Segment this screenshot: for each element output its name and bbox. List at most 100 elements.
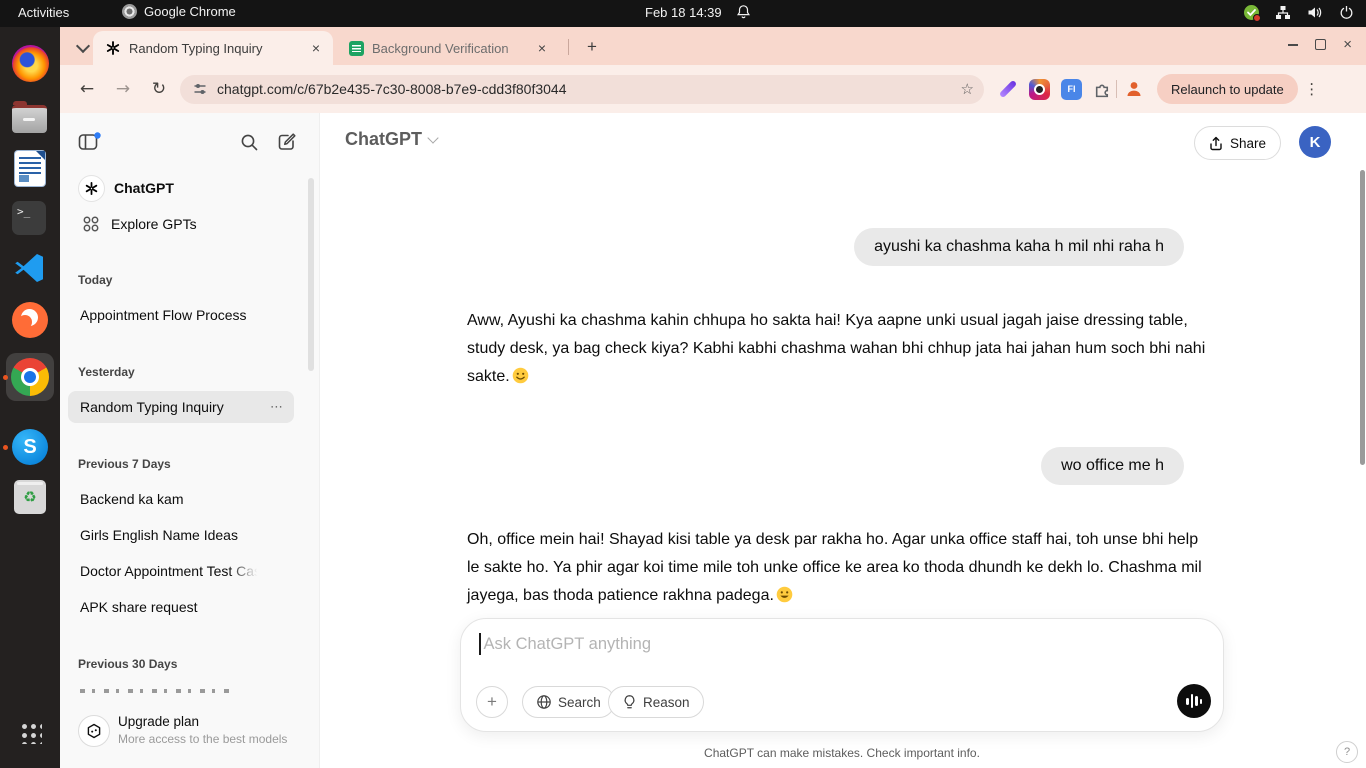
new-chat-button[interactable] [274, 129, 300, 155]
page-title: ChatGPT [345, 129, 422, 150]
history-item-options-button[interactable]: ⋯ [270, 399, 284, 415]
user-message: ayushi ka chashma kaha h mil nhi raha h [854, 228, 1184, 266]
globe-icon [536, 694, 552, 710]
focused-app-menu[interactable]: Google Chrome [122, 4, 236, 19]
skype-dock-icon[interactable]: S [12, 429, 48, 465]
clipped-history-item[interactable] [80, 689, 230, 693]
fi-extension-icon[interactable]: FI [1061, 79, 1082, 100]
trash-dock-icon[interactable]: ♻ [14, 480, 46, 514]
section-previous-7-days: Previous 7 Days [78, 457, 171, 471]
site-settings-icon[interactable] [192, 81, 208, 97]
google-sheets-favicon [349, 41, 364, 56]
history-item[interactable]: Doctor Appointment Test Cas [68, 555, 304, 587]
focused-app-name: Google Chrome [144, 4, 236, 19]
toolbar-divider [1116, 80, 1117, 98]
volume-tray-icon[interactable] [1307, 5, 1323, 20]
window-minimize-button[interactable] [1288, 44, 1298, 46]
network-tray-icon[interactable] [1275, 5, 1291, 20]
vscode-dock-icon[interactable] [12, 252, 46, 284]
sidebar-item-explore-gpts[interactable]: Explore GPTs [68, 209, 298, 239]
share-icon [1209, 136, 1223, 151]
search-label: Search [558, 695, 601, 710]
search-chats-button[interactable] [236, 129, 262, 155]
text-caret [479, 633, 481, 655]
tab-background-verification[interactable]: Background Verification × [337, 31, 559, 65]
user-message: wo office me h [1041, 447, 1184, 485]
chrome-dock-icon[interactable] [11, 358, 49, 396]
assistant-message: Aww, Ayushi ka chashma kahin chhupa ho s… [467, 307, 1209, 391]
attach-button[interactable]: + [476, 686, 508, 718]
reload-button[interactable]: ↻ [146, 76, 172, 102]
os-top-bar: Activities Google Chrome Feb 18 14:39 [0, 0, 1366, 27]
page-scrollbar[interactable] [1360, 170, 1365, 465]
browser-menu-button[interactable]: ⋮ [1300, 77, 1324, 101]
sidebar: ChatGPT Explore GPTs Today Appointment F… [60, 113, 320, 768]
status-check-tray-icon[interactable] [1244, 5, 1259, 20]
relaunch-to-update-button[interactable]: Relaunch to update [1157, 74, 1298, 104]
chrome-app-icon [122, 4, 137, 19]
composer: Ask ChatGPT anything + Search [460, 618, 1224, 732]
profile-avatar-button[interactable] [1121, 76, 1147, 102]
url-text[interactable]: chatgpt.com/c/67b2e435-7c30-8008-b7e9-cd… [217, 81, 961, 97]
share-label: Share [1230, 136, 1266, 151]
upgrade-plan-button[interactable]: Upgrade plan More access to the best mod… [60, 702, 320, 768]
extensions-puzzle-icon[interactable] [1093, 80, 1112, 99]
chatgpt-page: ChatGPT Explore GPTs Today Appointment F… [60, 113, 1366, 768]
search-toggle-button[interactable]: Search [522, 686, 615, 718]
tab-title: Background Verification [372, 41, 533, 56]
tab-random-typing-inquiry[interactable]: Random Typing Inquiry × [93, 31, 333, 65]
history-item[interactable]: Girls English Name Ideas [68, 519, 304, 551]
upgrade-icon [78, 715, 110, 747]
power-tray-icon[interactable] [1339, 5, 1354, 20]
section-today: Today [78, 273, 112, 287]
browser-window: Random Typing Inquiry × Background Verif… [60, 27, 1366, 768]
address-bar[interactable]: chatgpt.com/c/67b2e435-7c30-8008-b7e9-cd… [180, 75, 984, 104]
tab-search-button[interactable] [72, 36, 94, 58]
chevron-down-icon [76, 38, 90, 52]
show-applications-button[interactable] [19, 721, 42, 744]
history-item[interactable]: Appointment Flow Process [68, 299, 304, 331]
help-button[interactable]: ? [1336, 741, 1358, 763]
sidebar-toggle-button[interactable] [76, 129, 102, 155]
screen: Activities Google Chrome Feb 18 14:39 [0, 0, 1366, 768]
dock: >_ S ♻ [0, 27, 60, 768]
voice-mode-button[interactable] [1177, 684, 1211, 718]
notification-bell-icon[interactable] [736, 4, 751, 20]
window-close-button[interactable]: × [1343, 37, 1352, 52]
account-avatar[interactable]: K [1299, 126, 1331, 158]
sidebar-item-label: ChatGPT [114, 180, 174, 196]
explore-gpts-icon [82, 215, 100, 233]
postman-dock-icon[interactable] [12, 302, 48, 338]
libreoffice-writer-dock-icon[interactable] [15, 151, 45, 186]
tab-close-button[interactable]: × [533, 39, 551, 57]
chat-main: ChatGPT Share K ayushi ka chashma kaha h… [320, 113, 1366, 768]
activities-button[interactable]: Activities [18, 5, 69, 20]
history-item-selected[interactable]: Random Typing Inquiry ⋯ [68, 391, 294, 423]
firefox-dock-icon[interactable] [12, 45, 49, 82]
sidebar-scrollbar[interactable] [308, 178, 314, 371]
history-item[interactable]: APK share request [68, 591, 304, 623]
pen-extension-icon[interactable] [999, 80, 1017, 98]
share-button[interactable]: Share [1194, 126, 1281, 160]
reason-label: Reason [643, 695, 690, 710]
back-button[interactable]: ← [74, 76, 100, 102]
message-input[interactable]: Ask ChatGPT anything [479, 633, 651, 655]
forward-button[interactable]: → [110, 76, 136, 102]
sidebar-item-label: Explore GPTs [111, 216, 197, 232]
clock[interactable]: Feb 18 14:39 [645, 5, 722, 20]
lightbulb-icon [622, 694, 637, 711]
disclaimer-text: ChatGPT can make mistakes. Check importa… [460, 746, 1224, 760]
bookmark-star-icon[interactable]: ☆ [961, 80, 974, 98]
reason-toggle-button[interactable]: Reason [608, 686, 704, 718]
model-switcher[interactable]: ChatGPT [345, 129, 437, 150]
window-maximize-button[interactable] [1315, 39, 1326, 50]
upgrade-title: Upgrade plan [118, 714, 199, 729]
files-dock-icon[interactable] [12, 105, 47, 133]
sidebar-item-chatgpt[interactable]: ChatGPT [68, 173, 298, 203]
tab-close-button[interactable]: × [307, 39, 325, 57]
new-tab-button[interactable]: + [580, 35, 604, 59]
browser-toolbar: ← → ↻ chatgpt.com/c/67b2e435-7c30-8008-b… [60, 65, 1366, 113]
camera-extension-icon[interactable] [1029, 79, 1050, 100]
history-item[interactable]: Backend ka kam [68, 483, 304, 515]
terminal-dock-icon[interactable]: >_ [12, 201, 46, 235]
